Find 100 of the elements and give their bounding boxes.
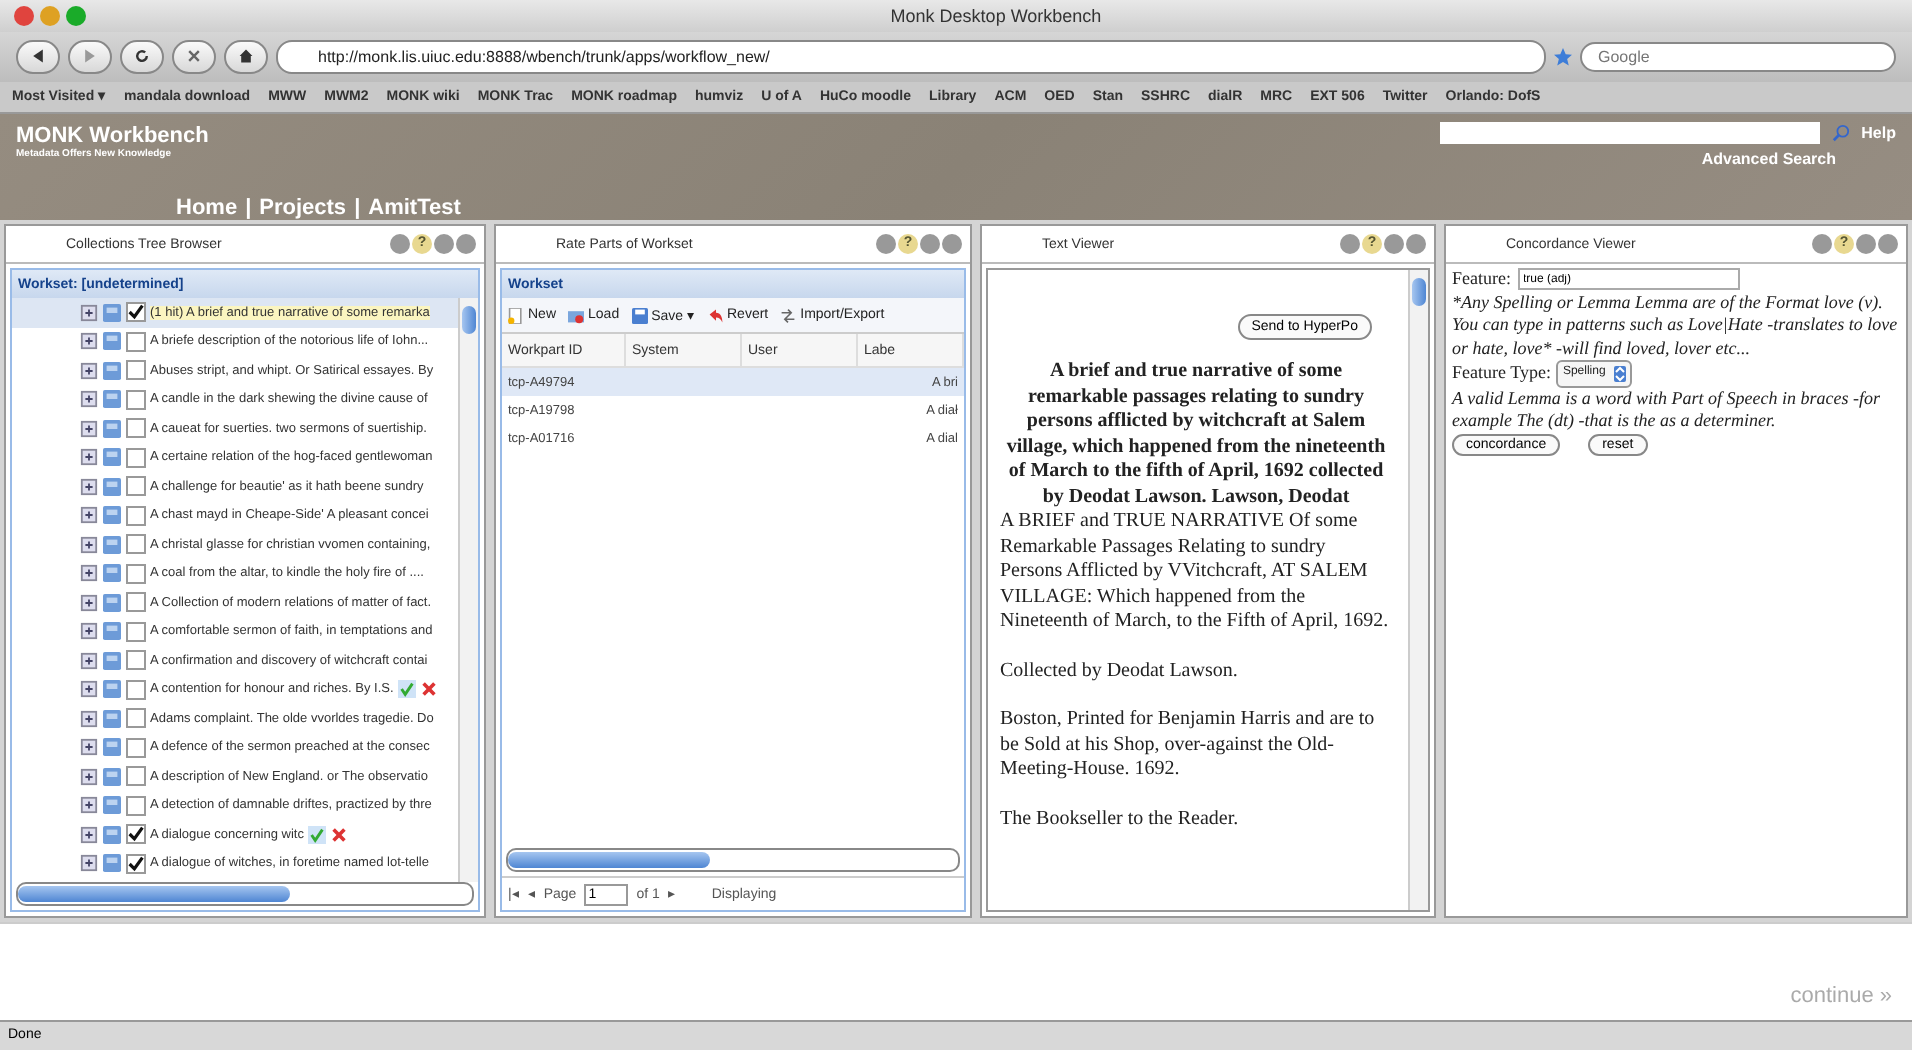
checkbox[interactable] [126, 447, 146, 468]
expand-icon [80, 303, 98, 322]
document-icon [102, 680, 122, 699]
document-icon [102, 361, 122, 380]
star-icon[interactable] [1554, 47, 1572, 66]
checkbox[interactable] [126, 795, 146, 816]
document-icon [102, 564, 122, 583]
document-icon [102, 709, 122, 728]
scrollbar[interactable] [458, 298, 478, 883]
checkbox[interactable] [126, 853, 146, 874]
brand-title: MONK Workbench [16, 123, 211, 148]
expand-icon [80, 854, 98, 873]
minimize-button[interactable] [876, 234, 896, 255]
settings-button[interactable] [434, 234, 454, 255]
expand-icon [80, 448, 98, 467]
nav-link[interactable]: AmitTest [368, 195, 461, 220]
expand-icon [80, 651, 98, 670]
settings-button[interactable] [920, 234, 940, 255]
document-icon [102, 332, 122, 351]
checkbox[interactable] [126, 563, 146, 584]
checkbox[interactable] [126, 476, 146, 497]
document-icon [102, 477, 122, 496]
settings-button[interactable] [1384, 234, 1404, 255]
checkbox[interactable] [126, 331, 146, 352]
document-icon [102, 303, 122, 322]
reload-icon [134, 48, 150, 65]
home-icon [238, 48, 254, 65]
minimize-button[interactable] [390, 234, 410, 255]
expand-icon [80, 419, 98, 438]
expand-icon [80, 767, 98, 786]
document-icon [102, 448, 122, 467]
stop-button[interactable] [172, 39, 216, 74]
close-button[interactable] [942, 234, 962, 255]
window-title: Monk Desktop Workbench [888, 6, 1104, 27]
settings-button[interactable] [1856, 234, 1876, 255]
checkbox[interactable] [126, 389, 146, 410]
nav-separator: | [354, 195, 361, 220]
document-icon [102, 535, 122, 554]
search-field[interactable]: Google [1580, 41, 1896, 72]
checkbox[interactable] [126, 824, 146, 845]
checkbox[interactable] [126, 766, 146, 787]
expand-icon [80, 564, 98, 583]
checkbox[interactable] [126, 418, 146, 439]
load-icon [568, 307, 585, 324]
checkbox[interactable] [126, 737, 146, 758]
horizontal-scrollbar[interactable] [16, 882, 474, 907]
forward-icon [82, 48, 98, 65]
expand-icon [80, 535, 98, 554]
checkbox[interactable] [126, 360, 146, 381]
expand-icon [80, 477, 98, 496]
text-paragraph: Boston, Printed for Benjamin Harris and are to be Sold at his Shop, over-against the Old-Meeting-House. 1692. [1000, 708, 1377, 784]
scrollbar[interactable] [1408, 270, 1428, 911]
document-icon [102, 506, 122, 525]
checkbox[interactable] [126, 650, 146, 671]
feature-label: Feature: [1452, 268, 1511, 292]
stepper-icon [1613, 365, 1626, 382]
reload-button[interactable] [120, 39, 164, 74]
document-icon [102, 767, 122, 786]
text-paragraph: The Bookseller to the Reader. [1000, 807, 1241, 833]
document-icon [102, 854, 122, 873]
expand-icon [80, 506, 98, 525]
checkbox[interactable] [126, 302, 146, 323]
undo-icon [707, 307, 723, 324]
checkbox[interactable] [126, 708, 146, 729]
expand-icon [80, 709, 98, 728]
horizontal-scrollbar[interactable] [506, 848, 960, 873]
home-button[interactable] [224, 39, 268, 74]
checkbox[interactable] [126, 592, 146, 613]
minimize-button[interactable] [1812, 234, 1832, 255]
checkbox[interactable] [126, 534, 146, 555]
minimize-button[interactable] [1340, 234, 1360, 255]
expand-icon [80, 738, 98, 757]
expand-icon [80, 332, 98, 351]
text-paragraph: A BRIEF and TRUE NARRATIVE Of some Remarkable Passages Relating to sundry Persons Afflicted by VVitchcraft, AT SALEM VILLAGE: Which happened from the Nineteenth of March, to the Fifth of April, 1692. [1000, 510, 1391, 636]
site-search-field[interactable] [1439, 121, 1820, 144]
expand-icon [80, 390, 98, 409]
document-title: A brief and true narrative of some remarkable passages relating to sundry persons afflicted by witchcraft at Salem village, which happened from the nineteenth of March to the fifth of April, 1692 collected by Deodat Lawson. Lawson, Deodat [1004, 360, 1388, 511]
check-icon [397, 680, 416, 699]
nav-separator: | [245, 195, 252, 220]
close-icon [329, 825, 348, 844]
feature-hint: *Any Spelling or Lemma Lemma are of the Format love (v). You can type in patterns such as Love|Hate -translates to love or hate, love* -will find loved, lover etc... [1452, 291, 1900, 361]
close-button[interactable] [1878, 234, 1898, 255]
document-icon [102, 593, 122, 612]
expand-icon [80, 680, 98, 699]
stop-icon [186, 48, 202, 65]
check-icon [307, 825, 326, 844]
checkbox[interactable] [126, 679, 146, 700]
back-button[interactable] [16, 39, 60, 74]
expand-icon [80, 361, 98, 380]
checkbox[interactable] [126, 505, 146, 526]
search-icon[interactable] [1831, 123, 1850, 142]
close-button[interactable] [1406, 234, 1426, 255]
checkbox[interactable] [126, 621, 146, 642]
url-field[interactable]: http://monk.lis.uiuc.edu:8888/wbench/trunk/apps/workflow_new/ [276, 39, 1546, 74]
new-document-icon [508, 307, 524, 324]
swap-icon [780, 307, 797, 324]
close-button[interactable] [456, 234, 476, 255]
window-controls-icon[interactable] [12, 4, 92, 29]
back-icon [30, 48, 46, 65]
expand-icon [80, 593, 98, 612]
